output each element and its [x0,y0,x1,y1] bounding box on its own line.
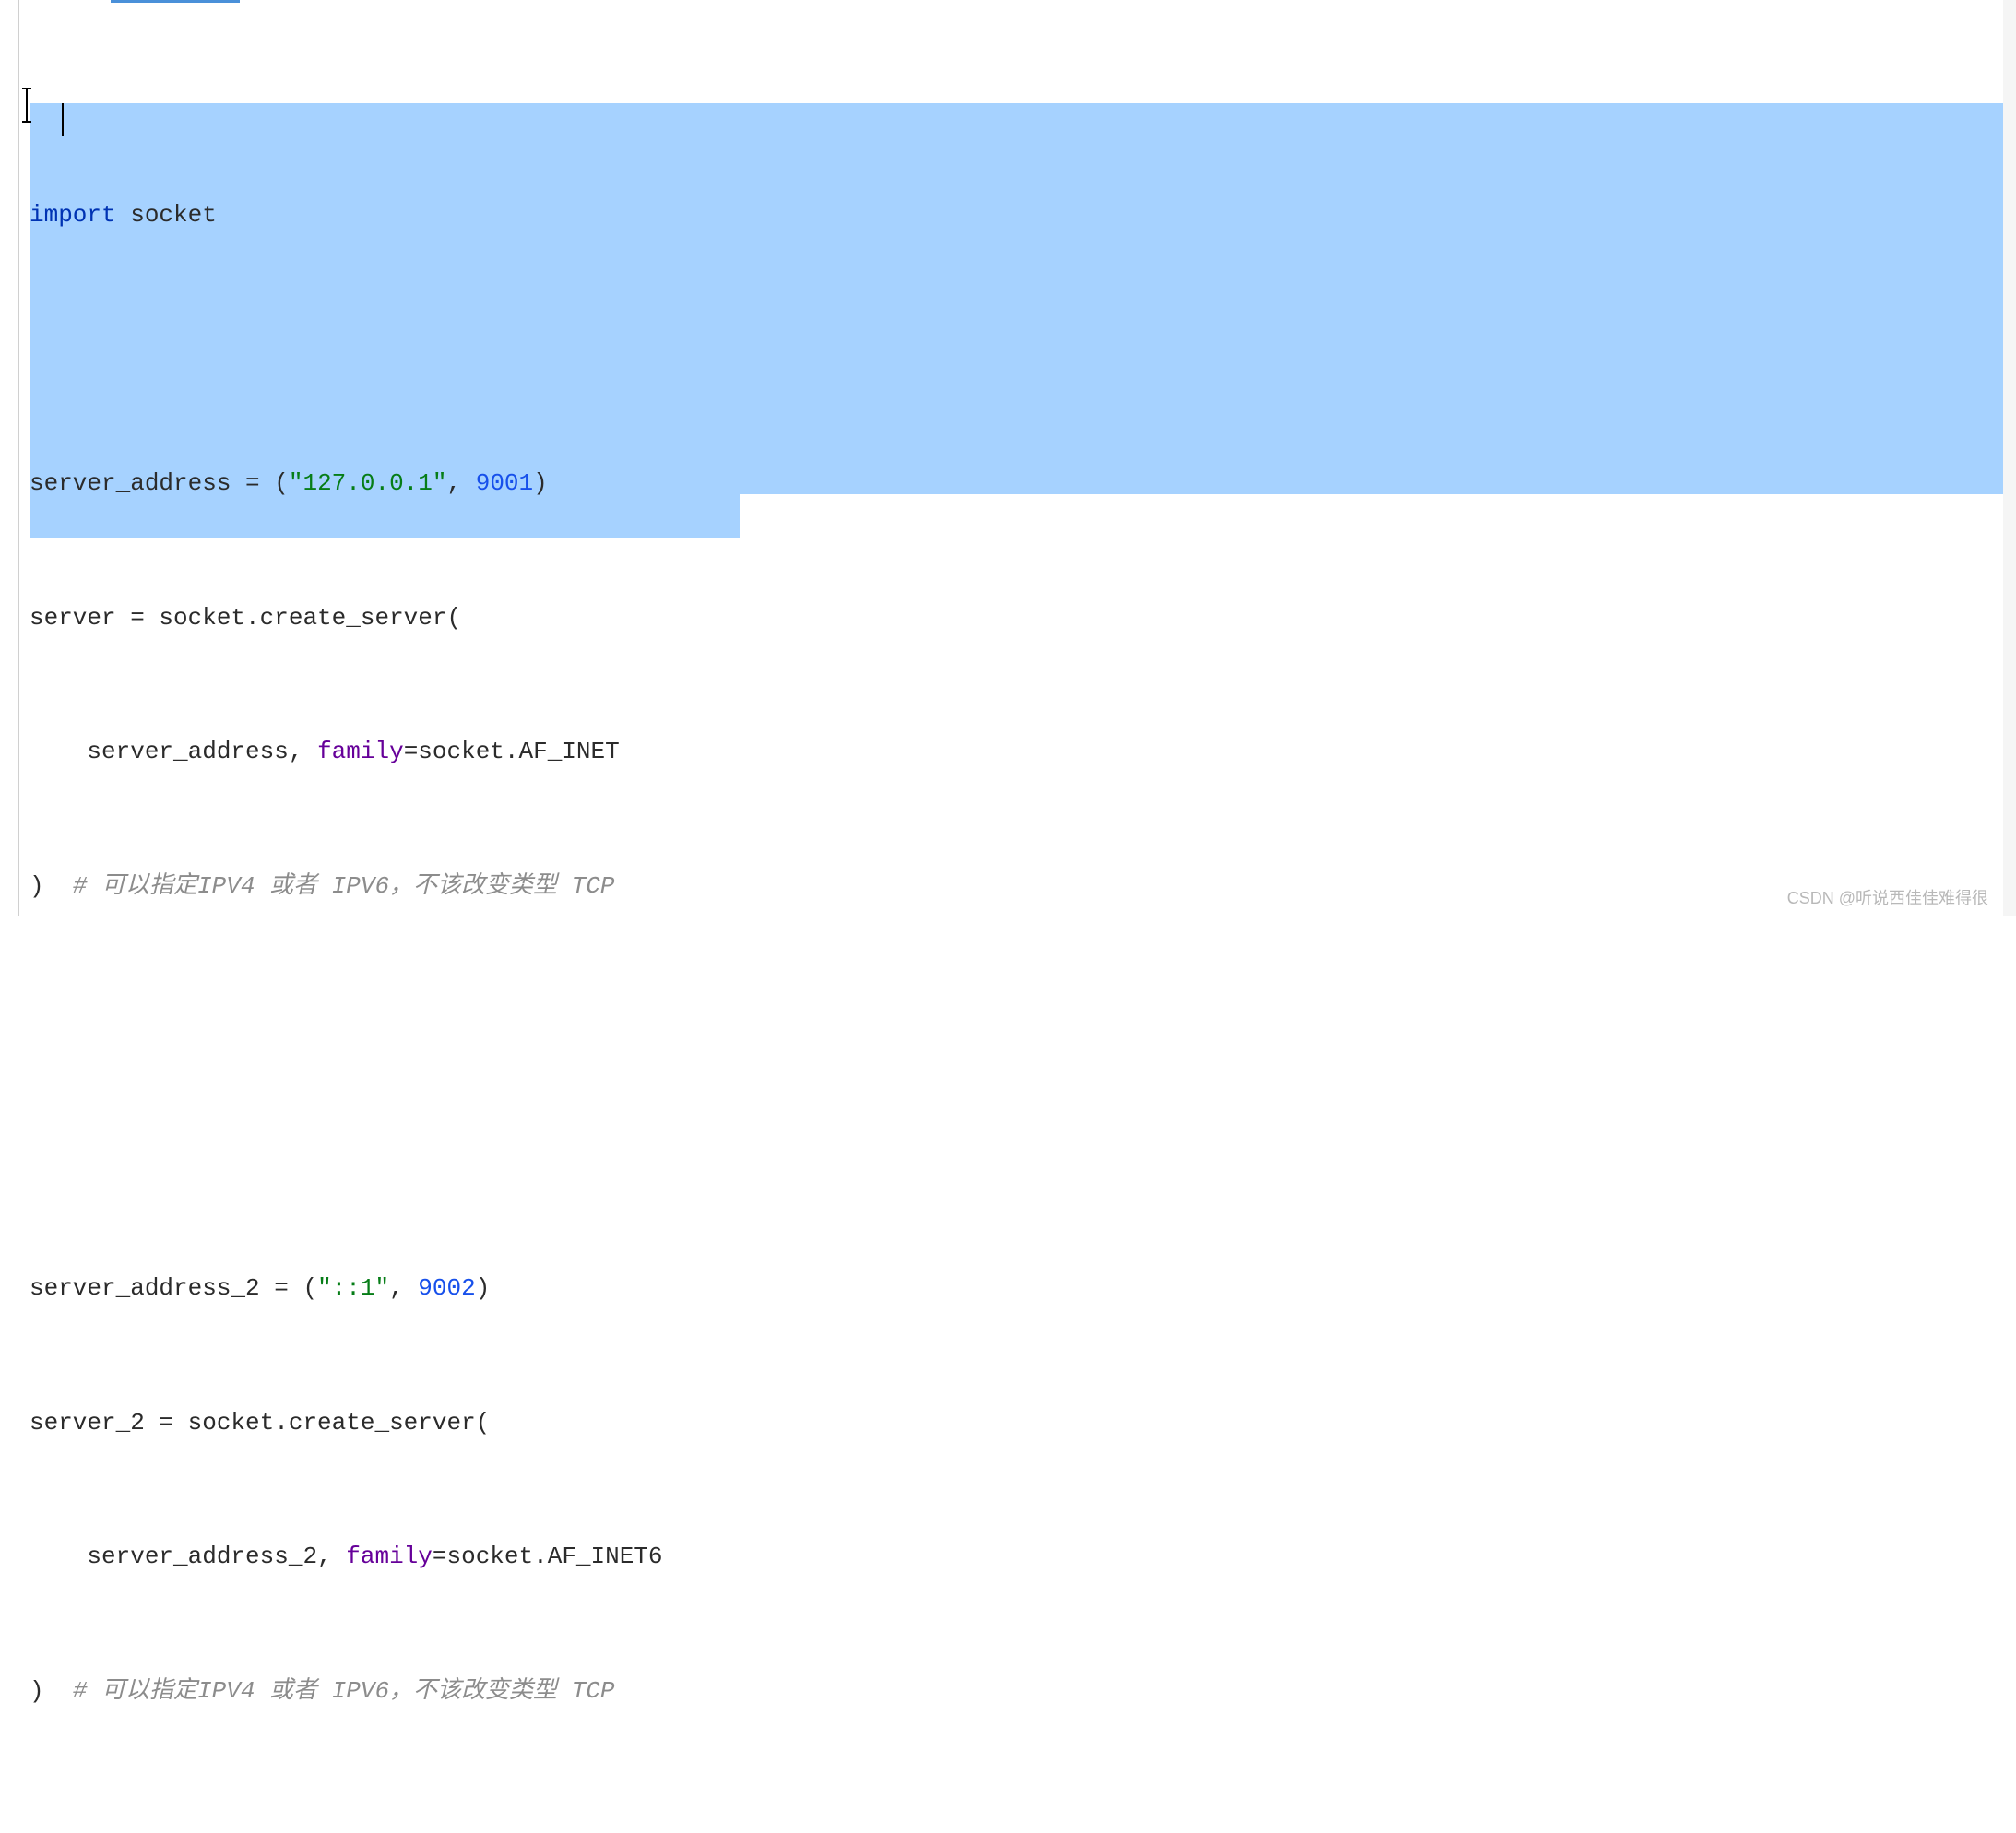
code-text: , [389,1274,418,1302]
code-line[interactable]: ) # 可以指定IPV4 或者 IPV6，不该改变类型 TCP [30,1669,2016,1714]
code-text: ) [533,469,548,497]
code-line[interactable] [30,1803,2016,1833]
code-text: ) [476,1274,491,1302]
code-text: =socket.AF_INET [404,738,620,765]
code-text: server_2 = socket.create_server( [30,1409,490,1437]
code-line[interactable] [30,998,2016,1043]
code-text: server_address, [30,738,317,765]
code-line[interactable]: ) # 可以指定IPV4 或者 IPV6，不该改变类型 TCP [30,864,2016,909]
number-literal: 9001 [476,469,533,497]
code-line[interactable]: server_address = ("127.0.0.1", 9001) [30,461,2016,506]
code-text: =socket.AF_INET6 [433,1543,663,1570]
code-text: server_address_2 = ( [30,1274,317,1302]
code-line[interactable] [30,327,2016,373]
param-name: family [346,1543,433,1570]
comment-text: # 可以指定IPV4 或者 IPV6，不该改变类型 TCP [73,872,615,900]
code-line[interactable]: server = socket.create_server( [30,596,2016,641]
code-line[interactable]: server_address_2 = ("::1", 9002) [30,1266,2016,1311]
keyword-import: import [30,201,116,229]
string-literal: "127.0.0.1" [289,469,447,497]
code-editor[interactable]: import socket server_address = ("127.0.0… [0,0,2016,1833]
code-line[interactable]: server_address, family=socket.AF_INET [30,729,2016,775]
text-cursor [62,103,64,136]
code-text: server_address = ( [30,469,289,497]
code-line[interactable]: server_2 = socket.create_server( [30,1401,2016,1446]
code-text: server_address_2, [30,1543,346,1570]
code-text: ) [30,872,73,900]
number-literal: 9002 [418,1274,475,1302]
comment-text: # 可以指定IPV4 或者 IPV6，不该改变类型 TCP [73,1677,615,1705]
code-line[interactable] [30,1132,2016,1177]
param-name: family [317,738,404,765]
string-literal: "::1" [317,1274,389,1302]
code-text: , [447,469,476,497]
code-text: server = socket.create_server( [30,604,461,632]
code-line[interactable]: import socket [30,193,2016,238]
code-text: ) [30,1677,73,1705]
code-line[interactable]: server_address_2, family=socket.AF_INET6 [30,1534,2016,1579]
module-name: socket [116,201,217,229]
